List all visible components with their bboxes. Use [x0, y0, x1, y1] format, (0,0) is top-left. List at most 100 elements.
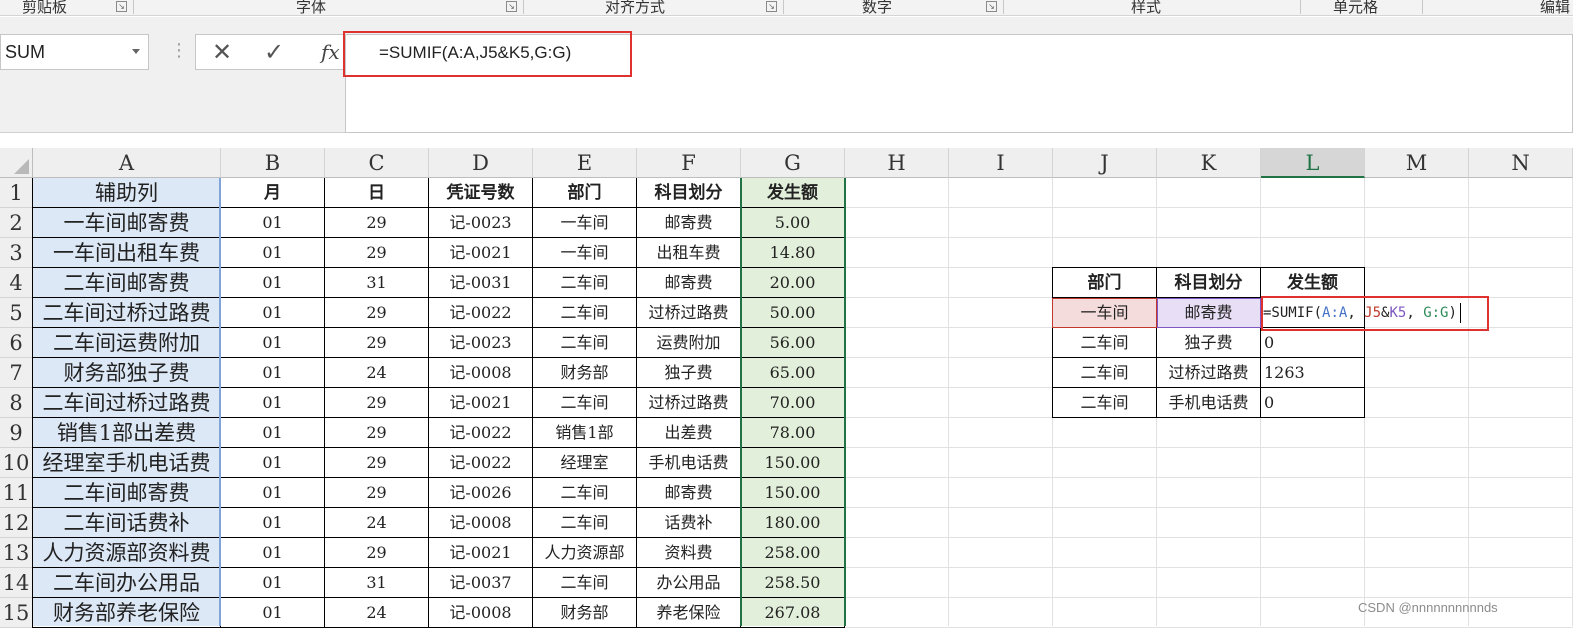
table-cell[interactable]: 记-0022	[429, 448, 533, 478]
table-cell[interactable]: 销售1部出差费	[32, 418, 221, 448]
table-cell[interactable]: 29	[325, 238, 429, 268]
ribbon-group-number[interactable]: 数字	[862, 0, 892, 15]
name-box[interactable]: SUM	[0, 34, 149, 70]
clipboard-launcher-icon[interactable]: ↘	[116, 1, 127, 12]
table-cell[interactable]: 31	[325, 268, 429, 298]
column-header-b[interactable]: B	[221, 148, 325, 178]
table-cell[interactable]: 01	[221, 298, 325, 328]
table-cell[interactable]: 258.00	[741, 538, 845, 568]
table-cell[interactable]: 01	[221, 268, 325, 298]
number-launcher-icon[interactable]: ↘	[986, 1, 997, 12]
chevron-down-icon[interactable]	[132, 49, 140, 54]
column-header-j[interactable]: J	[1053, 148, 1157, 178]
lookup-cell[interactable]: 二车间	[1052, 358, 1157, 388]
row-header-15[interactable]: 15	[0, 598, 33, 628]
font-launcher-icon[interactable]: ↘	[506, 1, 517, 12]
table-cell[interactable]: 资料费	[637, 538, 741, 568]
table-cell[interactable]: 29	[325, 328, 429, 358]
table-cell[interactable]: 150.00	[741, 478, 845, 508]
table-cell[interactable]: 记-0008	[429, 508, 533, 538]
table-cell[interactable]: 记-0022	[429, 418, 533, 448]
row-header-14[interactable]: 14	[0, 568, 33, 598]
table-cell[interactable]: 29	[325, 538, 429, 568]
table-cell[interactable]: 人力资源部	[533, 538, 637, 568]
column-header-d[interactable]: D	[429, 148, 533, 178]
table-cell[interactable]: 01	[221, 208, 325, 238]
table-cell[interactable]: 办公用品	[637, 568, 741, 598]
table-cell[interactable]: 运费附加	[637, 328, 741, 358]
table-cell[interactable]: 财务部独子费	[32, 358, 221, 388]
column-header-i[interactable]: I	[949, 148, 1053, 178]
lookup-cell[interactable]: 0	[1261, 328, 1365, 358]
table-cell[interactable]: 78.00	[741, 418, 845, 448]
table-cell[interactable]: 29	[325, 478, 429, 508]
table-cell[interactable]: 二车间	[533, 508, 637, 538]
row-header-9[interactable]: 9	[0, 418, 33, 448]
table-cell[interactable]: 邮寄费	[637, 478, 741, 508]
table-cell[interactable]: 70.00	[741, 388, 845, 418]
table-cell[interactable]: 29	[325, 208, 429, 238]
table-cell[interactable]: 14.80	[741, 238, 845, 268]
table-cell[interactable]: 50.00	[741, 298, 845, 328]
table-cell[interactable]: 记-0021	[429, 388, 533, 418]
table-cell[interactable]: 二车间邮寄费	[32, 268, 221, 298]
table-cell[interactable]: 01	[221, 388, 325, 418]
alignment-launcher-icon[interactable]: ↘	[766, 1, 777, 12]
table-cell[interactable]: 人力资源部资料费	[32, 538, 221, 568]
lookup-header-cell[interactable]: 部门	[1052, 267, 1157, 298]
table-cell[interactable]: 二车间	[533, 568, 637, 598]
table-cell[interactable]: 01	[221, 238, 325, 268]
cancel-icon[interactable]: ✕	[212, 38, 232, 66]
table-cell[interactable]: 01	[221, 598, 325, 628]
column-header-f[interactable]: F	[637, 148, 741, 178]
table-cell[interactable]: 二车间邮寄费	[32, 478, 221, 508]
table-cell[interactable]: 记-0008	[429, 358, 533, 388]
drag-handle-icon[interactable]: ⋮	[170, 40, 188, 61]
table-cell[interactable]: 一车间	[533, 208, 637, 238]
lookup-cell[interactable]: 独子费	[1157, 328, 1261, 358]
table-cell[interactable]: 记-0026	[429, 478, 533, 508]
table-cell[interactable]: 记-0021	[429, 238, 533, 268]
table-cell[interactable]: 邮寄费	[637, 208, 741, 238]
table-cell[interactable]: 24	[325, 598, 429, 628]
table-header-cell[interactable]: 科目划分	[637, 178, 741, 208]
table-cell[interactable]: 258.50	[741, 568, 845, 598]
table-header-cell[interactable]: 发生额	[741, 178, 845, 208]
table-cell[interactable]: 29	[325, 388, 429, 418]
lookup-cell[interactable]: 0	[1261, 388, 1365, 418]
row-header-13[interactable]: 13	[0, 538, 33, 568]
table-header-cell[interactable]: 月	[221, 178, 325, 208]
table-cell[interactable]: 01	[221, 448, 325, 478]
column-header-a[interactable]: A	[33, 148, 221, 178]
row-header-10[interactable]: 10	[0, 448, 33, 478]
table-cell[interactable]: 31	[325, 568, 429, 598]
row-header-5[interactable]: 5	[0, 298, 33, 328]
table-cell[interactable]: 29	[325, 448, 429, 478]
insert-function-icon[interactable]: fx	[321, 40, 340, 64]
lookup-cell[interactable]: 一车间	[1052, 298, 1157, 328]
lookup-cell[interactable]: 1263	[1261, 358, 1365, 388]
table-cell[interactable]: 出差费	[637, 418, 741, 448]
table-cell[interactable]: 56.00	[741, 328, 845, 358]
lookup-cell[interactable]: 手机电话费	[1157, 388, 1261, 418]
select-all-icon[interactable]	[14, 159, 29, 174]
row-header-11[interactable]: 11	[0, 478, 33, 508]
spreadsheet-grid[interactable]: A B C D E F G H I J K L M N 1 2 3 4 5 6 7 8 9 10 11 12 13 14 15 辅助列月日…	[0, 148, 1573, 628]
column-header-m[interactable]: M	[1365, 148, 1469, 178]
table-cell[interactable]: 二车间	[533, 328, 637, 358]
table-cell[interactable]: 65.00	[741, 358, 845, 388]
table-cell[interactable]: 销售1部	[533, 418, 637, 448]
table-cell[interactable]: 29	[325, 418, 429, 448]
table-cell[interactable]: 二车间过桥过路费	[32, 388, 221, 418]
table-cell[interactable]: 一车间出租车费	[32, 238, 221, 268]
table-cell[interactable]: 二车间运费附加	[32, 328, 221, 358]
table-cell[interactable]: 记-0022	[429, 298, 533, 328]
column-header-l[interactable]: L	[1261, 148, 1365, 178]
table-header-cell[interactable]: 凭证号数	[429, 178, 533, 208]
table-cell[interactable]: 记-0031	[429, 268, 533, 298]
table-cell[interactable]: 过桥过路费	[637, 298, 741, 328]
row-header-3[interactable]: 3	[0, 238, 33, 268]
enter-icon[interactable]: ✓	[264, 38, 284, 66]
table-cell[interactable]: 01	[221, 358, 325, 388]
table-cell[interactable]: 5.00	[741, 208, 845, 238]
